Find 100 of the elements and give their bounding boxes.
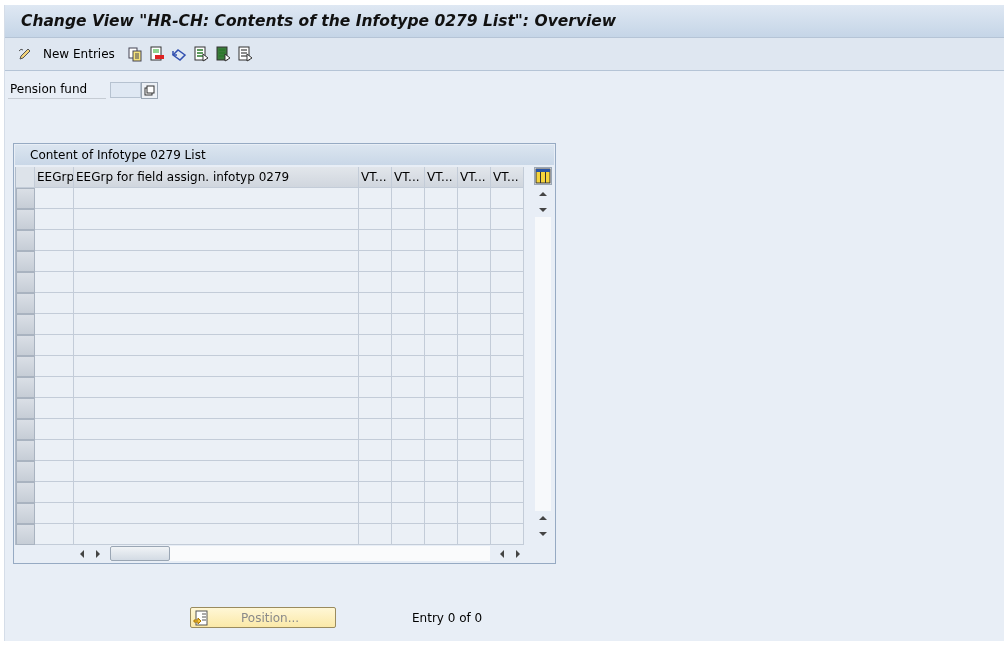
table-cell bbox=[35, 188, 74, 209]
column-header[interactable]: VT... bbox=[491, 167, 524, 188]
table-cell bbox=[425, 356, 458, 377]
table-cell bbox=[425, 188, 458, 209]
table-cell bbox=[425, 230, 458, 251]
value-help-button[interactable] bbox=[141, 81, 158, 99]
table-cell bbox=[491, 524, 524, 545]
down-arrow-icon[interactable] bbox=[538, 206, 548, 214]
table-cell bbox=[35, 356, 74, 377]
table-cell bbox=[392, 482, 425, 503]
scroll-thumb[interactable] bbox=[110, 546, 170, 561]
table-cell bbox=[425, 272, 458, 293]
deselect-icon[interactable] bbox=[236, 46, 253, 62]
table-cell bbox=[458, 377, 491, 398]
row-selector[interactable] bbox=[16, 272, 35, 293]
row-selector[interactable] bbox=[16, 188, 35, 209]
left-arrow-icon[interactable] bbox=[78, 548, 86, 559]
columns-icon bbox=[535, 168, 551, 184]
table-cell bbox=[425, 335, 458, 356]
row-selector[interactable] bbox=[16, 335, 35, 356]
table-cell bbox=[392, 377, 425, 398]
row-selector[interactable] bbox=[16, 398, 35, 419]
row-selector[interactable] bbox=[16, 251, 35, 272]
row-selector[interactable] bbox=[16, 503, 35, 524]
table-cell bbox=[458, 419, 491, 440]
row-selector[interactable] bbox=[16, 419, 35, 440]
table-cell bbox=[458, 503, 491, 524]
select-all-icon[interactable] bbox=[192, 46, 209, 62]
table-cell bbox=[425, 524, 458, 545]
table-cell bbox=[359, 440, 392, 461]
row-selector[interactable] bbox=[16, 356, 35, 377]
table-cell bbox=[458, 272, 491, 293]
down-arrow-icon[interactable] bbox=[538, 530, 548, 538]
vertical-scrollbar[interactable] bbox=[535, 187, 551, 541]
row-selector[interactable] bbox=[16, 230, 35, 251]
new-entries-button[interactable]: New Entries bbox=[39, 47, 119, 61]
copy-icon bbox=[144, 84, 155, 96]
row-selector[interactable] bbox=[16, 524, 35, 545]
row-selector[interactable] bbox=[16, 377, 35, 398]
row-selector[interactable] bbox=[16, 461, 35, 482]
table-settings-button[interactable] bbox=[534, 167, 552, 185]
table-title: Content of Infotype 0279 List bbox=[15, 145, 554, 165]
table-cell bbox=[35, 398, 74, 419]
table-cell bbox=[359, 419, 392, 440]
table-cell bbox=[359, 482, 392, 503]
column-header[interactable]: VT... bbox=[425, 167, 458, 188]
table-cell bbox=[35, 377, 74, 398]
table-cell bbox=[35, 209, 74, 230]
table-cell bbox=[359, 356, 392, 377]
table-cell bbox=[491, 398, 524, 419]
table-cell bbox=[359, 251, 392, 272]
table-cell bbox=[425, 419, 458, 440]
delete-row-icon[interactable] bbox=[148, 46, 165, 62]
table-cell bbox=[425, 482, 458, 503]
column-header[interactable]: EEGrp for field assign. infotyp 0279 bbox=[74, 167, 359, 188]
copy-icon[interactable] bbox=[126, 46, 143, 62]
column-header[interactable]: VT... bbox=[359, 167, 392, 188]
row-selector[interactable] bbox=[16, 209, 35, 230]
table-cell bbox=[458, 461, 491, 482]
table-cell bbox=[425, 251, 458, 272]
row-selector[interactable] bbox=[16, 482, 35, 503]
table-cell bbox=[359, 377, 392, 398]
pension-fund-input[interactable] bbox=[110, 82, 141, 98]
pencil-icon[interactable] bbox=[17, 46, 33, 62]
column-header[interactable]: VT... bbox=[458, 167, 491, 188]
row-selector[interactable] bbox=[16, 293, 35, 314]
table-cell bbox=[491, 377, 524, 398]
table-cell bbox=[35, 461, 74, 482]
up-arrow-icon[interactable] bbox=[538, 190, 548, 198]
right-arrow-icon[interactable] bbox=[94, 548, 102, 559]
table-cell bbox=[392, 356, 425, 377]
row-selector[interactable] bbox=[16, 314, 35, 335]
window-title: Change View "HR-CH: Contents of the Infotype 0279 List": Overview bbox=[21, 12, 617, 30]
table-cell bbox=[392, 251, 425, 272]
table-cell bbox=[35, 230, 74, 251]
table-cell bbox=[425, 209, 458, 230]
table-cell bbox=[458, 398, 491, 419]
table-cell bbox=[35, 272, 74, 293]
row-selector[interactable] bbox=[16, 440, 35, 461]
select-all-corner[interactable] bbox=[16, 167, 35, 188]
table-cell bbox=[491, 419, 524, 440]
right-arrow-icon[interactable] bbox=[514, 548, 522, 559]
table-cell bbox=[491, 482, 524, 503]
table-cell bbox=[392, 230, 425, 251]
table-cell bbox=[392, 272, 425, 293]
table-cell bbox=[392, 461, 425, 482]
select-block-icon[interactable] bbox=[214, 46, 231, 62]
table-cell bbox=[392, 314, 425, 335]
table-cell bbox=[491, 461, 524, 482]
table-cell bbox=[458, 356, 491, 377]
column-header[interactable]: EEGrp bbox=[35, 167, 74, 188]
up-arrow-icon[interactable] bbox=[538, 514, 548, 522]
table-cell bbox=[425, 377, 458, 398]
horizontal-scrollbar[interactable] bbox=[110, 546, 490, 561]
undo-icon[interactable] bbox=[170, 46, 187, 62]
table-cell bbox=[425, 440, 458, 461]
column-header[interactable]: VT... bbox=[392, 167, 425, 188]
table-cell bbox=[425, 461, 458, 482]
left-arrow-icon[interactable] bbox=[498, 548, 506, 559]
table-cell bbox=[491, 272, 524, 293]
